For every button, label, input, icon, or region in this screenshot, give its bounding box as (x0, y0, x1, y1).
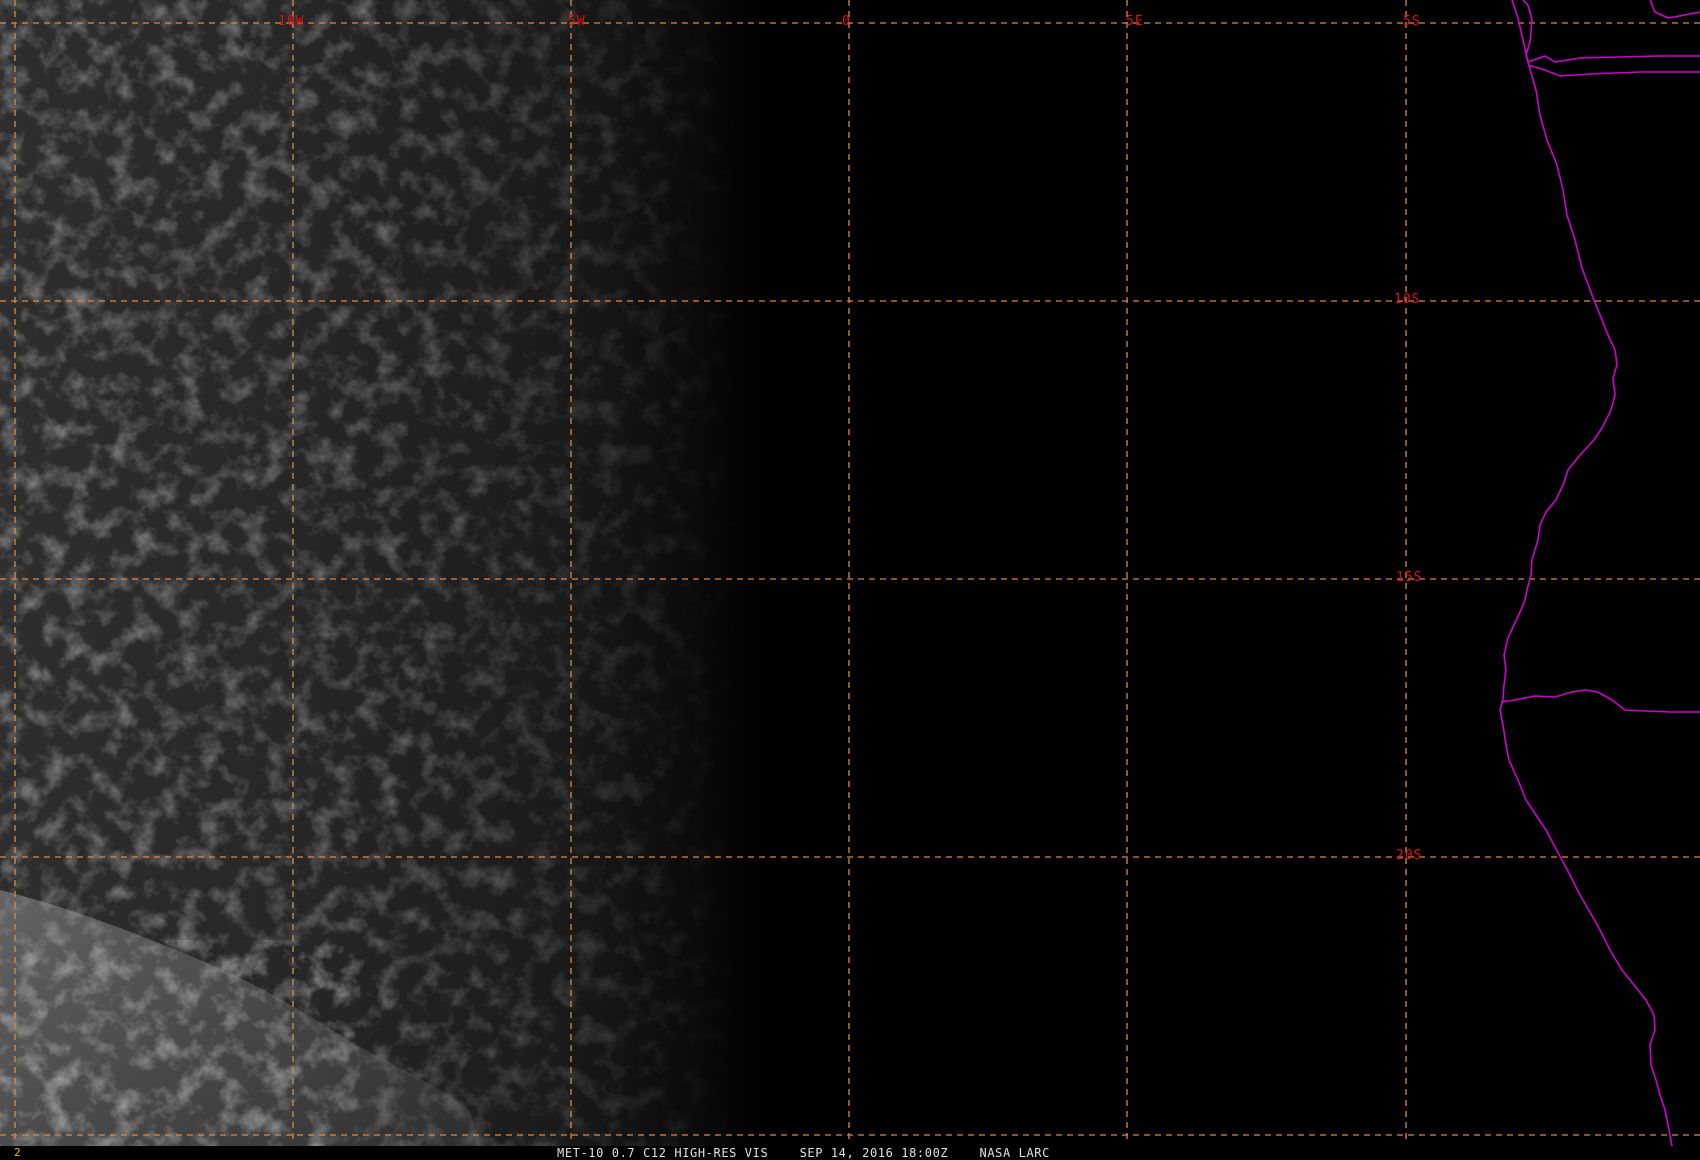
satellite-imagery (0, 0, 1700, 1146)
longitude-label: 5E (1126, 14, 1144, 29)
latitude-label: 15S (1396, 570, 1423, 585)
longitude-label: 5W (568, 14, 586, 29)
latitude-label: 5S (1403, 14, 1421, 29)
latitude-label: 10S (1394, 292, 1421, 307)
longitude-label: 10W (278, 14, 305, 29)
frame-number: 2 (14, 1146, 21, 1159)
longitude-label: 0 (842, 14, 851, 29)
latitude-label: 20S (1396, 848, 1423, 863)
image-caption: MET-10 0.7 C12 HIGH-RES VIS SEP 14, 2016… (557, 1146, 1050, 1160)
satellite-image-viewer: 10W 5W 0 5E 5S 10S 15S 20S 2 MET-10 0.7 … (0, 0, 1700, 1160)
status-bar: 2 MET-10 0.7 C12 HIGH-RES VIS SEP 14, 20… (0, 1146, 1700, 1160)
